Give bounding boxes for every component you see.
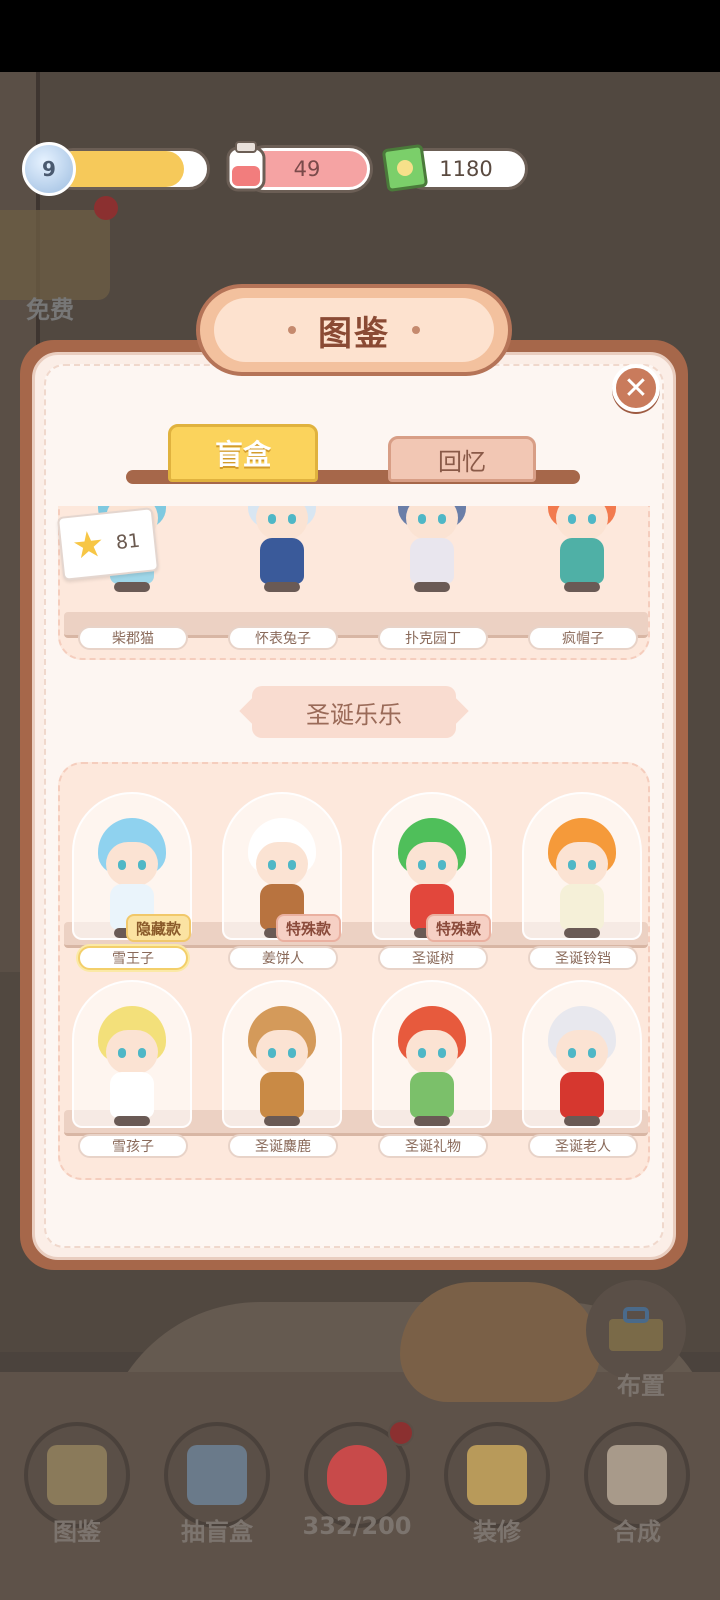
- book-icon: [47, 1445, 107, 1505]
- clipboard-icon: [607, 1445, 667, 1505]
- free-label: 免费: [26, 296, 74, 324]
- modal-title: 图鉴: [318, 313, 390, 354]
- collection-card[interactable]: 雪孩子: [68, 980, 196, 1160]
- series-title-label: 圣诞乐乐: [306, 700, 402, 729]
- star-count: 81: [114, 529, 142, 555]
- figure-name-tag: 雪孩子: [78, 1134, 188, 1158]
- star-icon: ★: [70, 523, 107, 568]
- figure-name-tag: 圣诞老人: [528, 1134, 638, 1158]
- collection-scroll-area[interactable]: 柴郡猫 怀表兔子 扑克园丁 疯帽子 圣诞乐乐 雪王子 隐藏款 姜饼人 特殊款 圣…: [56, 506, 652, 1186]
- figure-name-tag: 圣诞麋鹿: [228, 1134, 338, 1158]
- tab-blindbox-label: 盲盒: [214, 438, 271, 471]
- cash-icon: [380, 142, 430, 194]
- figure-name-tag: 怀表兔子: [228, 626, 338, 650]
- toolbox-icon: [609, 1307, 663, 1351]
- figure-name: 圣诞老人: [555, 1139, 611, 1155]
- paint-roller-icon: [467, 1445, 527, 1505]
- rarity-badge-label: 特殊款: [436, 919, 482, 938]
- collection-card[interactable]: 雪王子 隐藏款: [68, 792, 196, 972]
- collection-card[interactable]: 扑克园丁: [368, 506, 496, 652]
- figure-name-tag: 圣诞树: [378, 946, 488, 970]
- level-badge: 9: [22, 142, 76, 196]
- figure-name: 圣诞树: [412, 951, 454, 967]
- rarity-badge: 特殊款: [276, 914, 342, 942]
- figure-name: 圣诞礼物: [405, 1139, 461, 1155]
- status-bar: [0, 0, 720, 72]
- collection-card[interactable]: 圣诞铃铛: [518, 792, 646, 972]
- rarity-badge: 隐藏款: [126, 914, 192, 942]
- christmas-series-group: 雪王子 隐藏款 姜饼人 特殊款 圣诞树 特殊款 圣诞铃铛 雪孩子 圣诞麋鹿 圣诞…: [58, 762, 650, 1180]
- figure-name-tag: 扑克园丁: [378, 626, 488, 650]
- tab-blindbox[interactable]: 盲盒: [168, 424, 318, 482]
- figure-name: 柴郡猫: [112, 631, 154, 647]
- series-title: 圣诞乐乐: [252, 686, 456, 738]
- notification-dot: [94, 196, 118, 220]
- collection-card[interactable]: 圣诞礼物: [368, 980, 496, 1160]
- figure-name-tag: 柴郡猫: [78, 626, 188, 650]
- cash-value: 1180: [439, 157, 493, 181]
- free-gift-button[interactable]: [0, 210, 110, 300]
- collection-card[interactable]: 圣诞老人: [518, 980, 646, 1160]
- collection-card[interactable]: 圣诞树 特殊款: [368, 792, 496, 972]
- nav-label: 抽盲盒: [181, 1518, 253, 1546]
- figure-name: 扑克园丁: [405, 631, 461, 647]
- star-count-tag: ★ 81: [56, 507, 160, 581]
- hearts-value: 49: [293, 157, 321, 181]
- nav-label: 合成: [613, 1518, 661, 1546]
- rarity-badge-label: 特殊款: [286, 919, 332, 938]
- collection-card[interactable]: 怀表兔子: [218, 506, 346, 652]
- layout-button[interactable]: [586, 1280, 686, 1380]
- layout-label: 布置: [617, 1372, 665, 1400]
- figure-name: 圣诞铃铛: [555, 951, 611, 967]
- modal-title-tab: 图鉴: [196, 284, 512, 376]
- nav-label: 装修: [473, 1518, 521, 1546]
- figure-name: 雪孩子: [112, 1139, 154, 1155]
- collection-card[interactable]: 疯帽子: [518, 506, 646, 652]
- close-button[interactable]: ✕: [612, 364, 660, 412]
- figure-name: 圣诞麋鹿: [255, 1139, 311, 1155]
- figure-name: 疯帽子: [562, 631, 604, 647]
- figure-name: 怀表兔子: [255, 631, 311, 647]
- figure-name-tag: 雪王子: [78, 946, 188, 970]
- figure-name: 雪王子: [112, 951, 154, 967]
- tab-memory[interactable]: 回忆: [388, 436, 536, 482]
- nav-label: 332/200: [302, 1512, 412, 1540]
- collection-card[interactable]: 姜饼人 特殊款: [218, 792, 346, 972]
- rarity-badge-label: 隐藏款: [136, 919, 182, 938]
- figure-name-tag: 圣诞礼物: [378, 1134, 488, 1158]
- figure-name-tag: 姜饼人: [228, 946, 338, 970]
- blindbox-machine-icon: [187, 1445, 247, 1505]
- figure-name: 姜饼人: [262, 951, 304, 967]
- close-icon: ✕: [623, 370, 649, 406]
- rarity-badge: 特殊款: [426, 914, 492, 942]
- heart-jar-icon: [222, 140, 270, 194]
- notification-dot: [388, 1420, 414, 1446]
- level-value: 9: [42, 157, 56, 181]
- heart-icon: [327, 1445, 387, 1505]
- cat-decoration: [400, 1282, 600, 1402]
- nav-label: 图鉴: [53, 1518, 101, 1546]
- tab-memory-label: 回忆: [438, 447, 486, 476]
- collection-card[interactable]: 圣诞麋鹿: [218, 980, 346, 1160]
- figure-name-tag: 圣诞铃铛: [528, 946, 638, 970]
- figure-name-tag: 疯帽子: [528, 626, 638, 650]
